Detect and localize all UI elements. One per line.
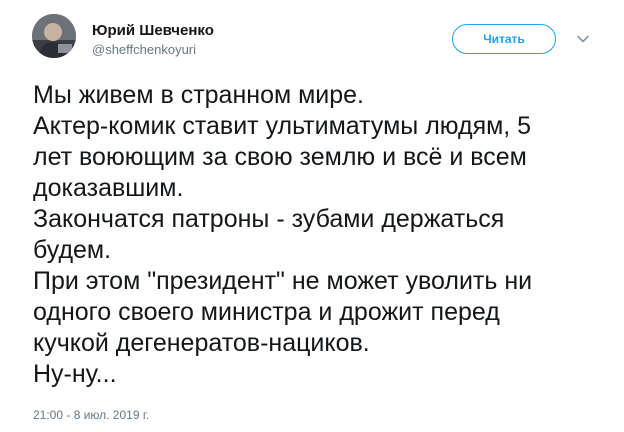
tweet-line: лет воюющим за свою землю и всё и всем xyxy=(33,143,527,171)
tweet-line: Ну-ну... xyxy=(33,360,117,388)
tweet-line: кучкой дегенератов-нациков. xyxy=(33,329,370,357)
tweet-timestamp[interactable]: 21:00 - 8 июл. 2019 г. xyxy=(33,407,149,423)
tweet-text: Мы живем в странном мире. Актер-комик ст… xyxy=(33,80,603,390)
author-handle[interactable]: @sheffchenkoyuri xyxy=(92,42,196,58)
tweet-line: Мы живем в странном мире. xyxy=(33,81,365,109)
tweet-line: одного своего министра и дрожит перед xyxy=(33,298,500,326)
follow-button[interactable]: Читать xyxy=(452,24,556,54)
tweet-line: Актер-комик ставит ультиматумы людям, 5 xyxy=(33,112,532,140)
tweet-line: При этом "президент" не может уволить ни xyxy=(33,267,533,295)
chevron-down-icon[interactable] xyxy=(576,32,590,46)
tweet-line: Закончатся патроны - зубами держаться xyxy=(33,205,505,233)
tweet-line: будем. xyxy=(33,236,112,264)
avatar[interactable] xyxy=(32,14,76,58)
author-name[interactable]: Юрий Шевченко xyxy=(92,22,214,40)
tweet-card: Юрий Шевченко @sheffchenkoyuri Читать Мы… xyxy=(0,0,624,432)
avatar-image xyxy=(32,14,76,58)
tweet-line: доказавшим. xyxy=(33,174,184,202)
